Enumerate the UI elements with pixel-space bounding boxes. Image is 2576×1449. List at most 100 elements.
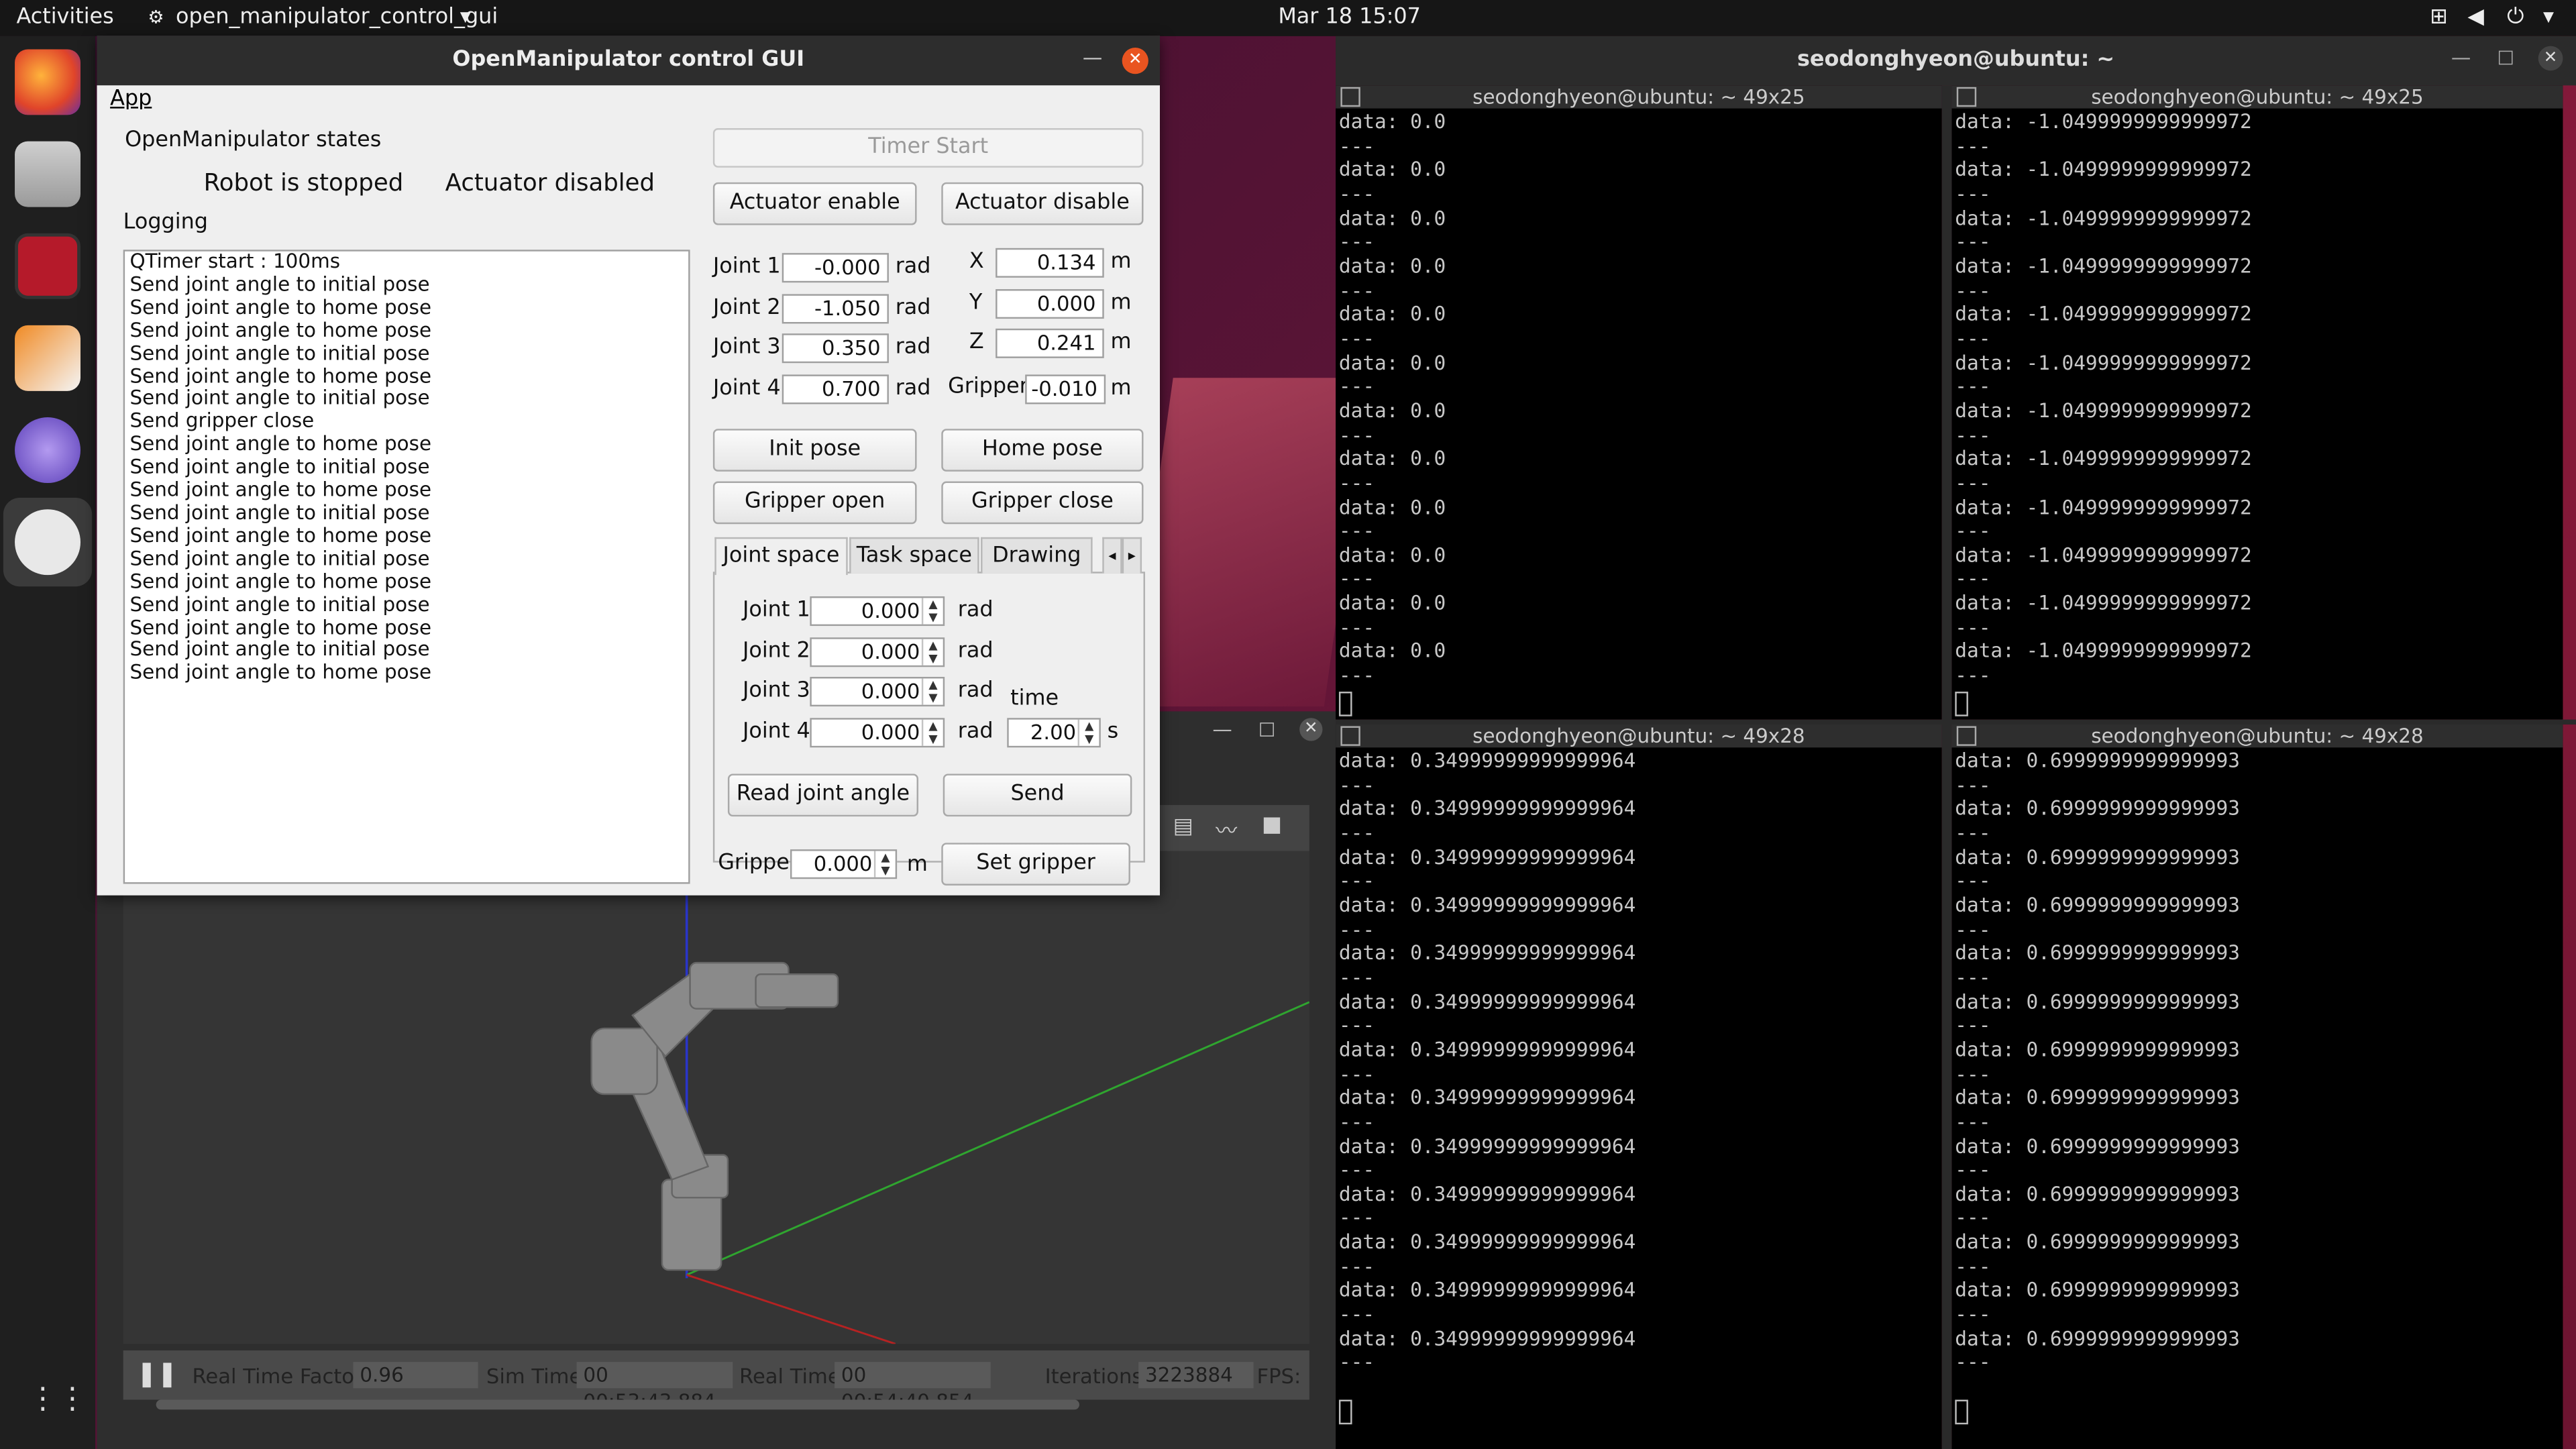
power-icon[interactable]: ⏻ [2507,5,2524,30]
gazebo-minimize-icon[interactable]: — [1212,718,1232,741]
log-line: Send joint angle to home pose [129,523,432,547]
pane-divider-horizontal[interactable] [1336,719,2576,725]
minimize-icon[interactable]: — [1083,46,1102,69]
app-menu[interactable]: open_manipulator_control_gui [176,5,498,30]
terminal-pane-3[interactable]: seodonghyeon@ubuntu: ~ 49x28 data: 0.349… [1336,724,1942,1449]
actuator-enable-button[interactable]: Actuator enable [712,182,917,225]
terminal-pane-1[interactable]: seodonghyeon@ubuntu: ~ 49x25 data: 0.0 -… [1336,85,1942,720]
log-line: Send joint angle to home pose [129,432,432,455]
tab-scroll-right-icon[interactable]: ▸ [1122,537,1142,574]
input-joint4-value: 0.000 [861,719,920,745]
gazebo-close-icon[interactable]: ✕ [1299,718,1323,741]
menu-app[interactable]: App [110,87,152,112]
joint3-unit: rad [895,335,931,360]
pane-2-output: data: -1.0499999999999972 --- data: -1.0… [1955,110,2252,687]
tab-drawing[interactable]: Drawing [981,537,1093,574]
rviz-icon[interactable] [15,417,81,484]
spin-arrows-icon[interactable]: ▲ ▼ [921,719,943,746]
input-joint3-spinbox[interactable]: 0.000 ▲ ▼ [810,676,945,707]
gazebo-3d-view[interactable] [123,851,1310,1345]
x-readout: 0.134 [996,248,1104,278]
terminal-maximize-icon[interactable]: □ [2497,46,2514,68]
gazebo-horizontal-scrollbar[interactable] [156,1399,1079,1410]
gripper-open-button[interactable]: Gripper open [712,481,917,525]
pane-3-cursor [1338,1399,1352,1425]
system-menu-arrow-icon[interactable]: ▾ [2543,5,2554,30]
volume-icon[interactable]: ◀ [2467,5,2483,30]
files-icon[interactable] [15,141,81,207]
tab-task-space[interactable]: Task space [849,537,979,574]
input-joint2-spinbox[interactable]: 0.000 ▲ ▼ [810,637,945,667]
log-line: Send joint angle to home pose [129,295,432,319]
tab-scroll-left-icon[interactable]: ◂ [1102,537,1122,574]
pane-2-header: seodonghyeon@ubuntu: ~ 49x25 [1951,85,2563,109]
input-joint3-label: Joint 3 [742,678,810,704]
network-icon[interactable]: ⊞ [2430,5,2448,30]
firefox-icon[interactable] [15,49,81,115]
home-pose-button[interactable]: Home pose [941,429,1144,472]
tab-joint-space[interactable]: Joint space [714,537,848,576]
timer-start-button[interactable]: Timer Start [712,128,1144,168]
set-gripper-button[interactable]: Set gripper [941,843,1130,886]
input-joint4-spinbox[interactable]: 0.000 ▲ ▼ [810,718,945,748]
spin-arrows-icon[interactable]: ▲ ▼ [921,598,943,625]
log-line: Send joint angle to home pose [129,615,432,639]
show-apps-icon[interactable]: ⋮⋮⋮ [28,1380,117,1419]
terminal-pane-4[interactable]: seodonghyeon@ubuntu: ~ 49x28 data: 0.699… [1951,724,2563,1449]
clock[interactable]: Mar 18 15:07 [1278,5,1421,30]
iterations-value: 3223884 [1138,1362,1254,1389]
z-unit: m [1110,330,1132,355]
pane-menu-icon[interactable] [1956,87,1977,107]
x-unit: m [1110,250,1132,274]
gripper-readout-label: Gripper [948,374,1028,400]
spin-arrows-icon[interactable]: ▲ ▼ [921,639,943,665]
pane-divider-vertical[interactable] [1941,85,1952,1449]
spin-arrows-icon[interactable]: ▲ ▼ [921,678,943,705]
terminal-minimize-icon[interactable]: — [2451,46,2471,69]
camera-icon[interactable]: ■ [1262,813,1282,838]
close-icon[interactable]: ✕ [1122,48,1148,74]
log-icon[interactable]: ▤ [1173,815,1193,840]
pane-1-header: seodonghyeon@ubuntu: ~ 49x25 [1336,85,1942,109]
joint2-readout: -1.050 [782,294,889,324]
terminal-close-icon[interactable]: ✕ [2538,46,2563,71]
terminal-app-icon[interactable] [15,233,81,299]
time-spinbox[interactable]: 2.00 ▲ ▼ [1007,718,1101,748]
actuator-disable-button[interactable]: Actuator disable [941,182,1144,225]
states-label: OpenManipulator states [125,128,382,153]
iterations-label: Iterations: [1044,1363,1150,1389]
y-readout: 0.000 [996,289,1104,319]
sublime-icon[interactable] [15,325,81,391]
input-joint4-unit: rad [957,719,994,745]
terminal-pane-2[interactable]: seodonghyeon@ubuntu: ~ 49x25 data: -1.04… [1951,85,2563,720]
send-button[interactable]: Send [943,773,1132,817]
gazebo-icon[interactable] [15,509,81,576]
actuator-state-text: Actuator disabled [445,170,655,197]
gripper-readout: -0.010 [1025,374,1106,405]
chevron-down-icon[interactable]: ▾ [460,5,471,30]
read-joint-angle-button[interactable]: Read joint angle [727,773,918,817]
pause-icon[interactable]: ❚❚ [136,1358,178,1388]
activities-button[interactable]: Activities [16,5,113,30]
gazebo-maximize-icon[interactable]: □ [1258,718,1275,739]
pane-menu-icon[interactable] [1340,87,1360,107]
spin-arrows-icon[interactable]: ▲ ▼ [873,851,896,877]
input-joint2-label: Joint 2 [742,639,810,664]
plot-icon[interactable]: 〰 [1216,813,1237,845]
pane-menu-icon[interactable] [1956,726,1977,746]
gripper-spinbox[interactable]: 0.000 ▲ ▼ [790,849,898,879]
log-line: Send joint angle to initial pose [129,272,430,296]
spin-arrows-icon[interactable]: ▲ ▼ [1077,719,1099,746]
log-line: Send gripper close [129,409,315,433]
y-label: Y [969,290,983,316]
input-joint1-spinbox[interactable]: 0.000 ▲ ▼ [810,596,945,627]
log-box[interactable]: QTimer start : 100ms Send joint angle to … [123,250,690,884]
joint4-unit: rad [895,376,931,401]
log-line: Send joint angle to initial pose [129,546,430,570]
gripper-close-button[interactable]: Gripper close [941,481,1144,525]
robot-state-text: Robot is stopped [203,170,404,197]
z-readout: 0.241 [996,328,1104,358]
init-pose-button[interactable]: Init pose [712,429,917,472]
fps-label: FPS: [1256,1363,1301,1389]
pane-menu-icon[interactable] [1340,726,1360,746]
